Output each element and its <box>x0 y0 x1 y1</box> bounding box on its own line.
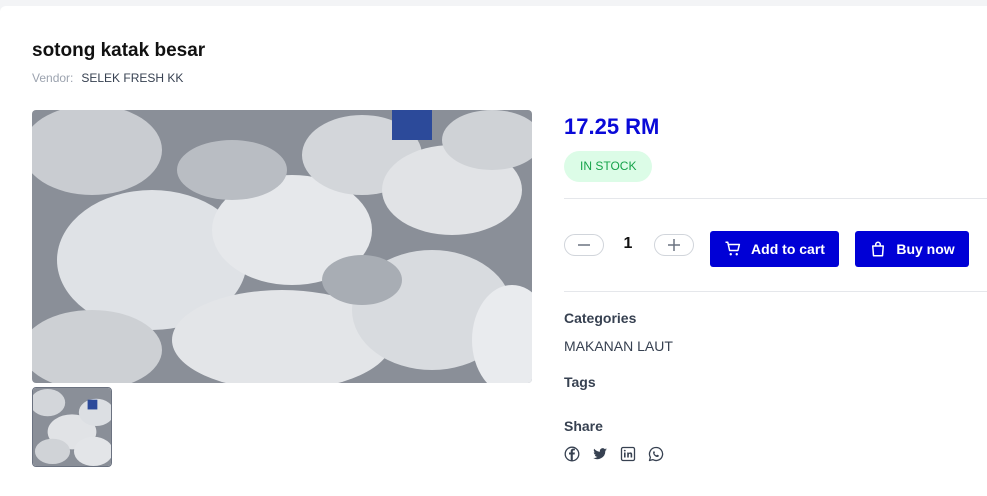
divider <box>564 291 987 292</box>
minus-icon <box>578 244 590 246</box>
product-thumbnail[interactable] <box>32 387 112 467</box>
quantity-increment-button[interactable] <box>654 234 694 256</box>
vendor-name[interactable]: SELEK FRESH KK <box>81 71 183 85</box>
add-to-cart-label: Add to cart <box>751 241 825 257</box>
add-to-cart-button[interactable]: Add to cart <box>710 231 839 267</box>
vendor-label: Vendor: <box>32 71 74 85</box>
vendor-line: Vendor: SELEK FRESH KK <box>32 71 183 85</box>
buy-now-label: Buy now <box>896 241 955 257</box>
product-main-image[interactable] <box>32 110 532 383</box>
plus-icon <box>668 239 680 251</box>
linkedin-icon[interactable] <box>620 446 636 462</box>
buy-now-button[interactable]: Buy now <box>855 231 969 267</box>
quantity-value[interactable]: 1 <box>620 235 636 253</box>
share-icons <box>564 446 664 462</box>
divider <box>564 198 987 199</box>
shopping-bag-icon <box>872 241 885 257</box>
whatsapp-icon[interactable] <box>648 446 664 462</box>
categories-label: Categories <box>564 310 637 326</box>
category-link[interactable]: MAKANAN LAUT <box>564 338 673 354</box>
share-label: Share <box>564 418 603 434</box>
cart-icon <box>725 241 741 256</box>
facebook-icon[interactable] <box>564 446 580 462</box>
product-price: 17.25 RM <box>564 114 660 139</box>
stock-badge: IN STOCK <box>564 151 653 182</box>
product-title: sotong katak besar <box>32 40 206 61</box>
product-card: sotong katak besar Vendor: SELEK FRESH KK <box>0 6 987 496</box>
quantity-decrement-button[interactable] <box>564 234 604 256</box>
tags-label: Tags <box>564 374 596 390</box>
twitter-icon[interactable] <box>592 446 608 462</box>
